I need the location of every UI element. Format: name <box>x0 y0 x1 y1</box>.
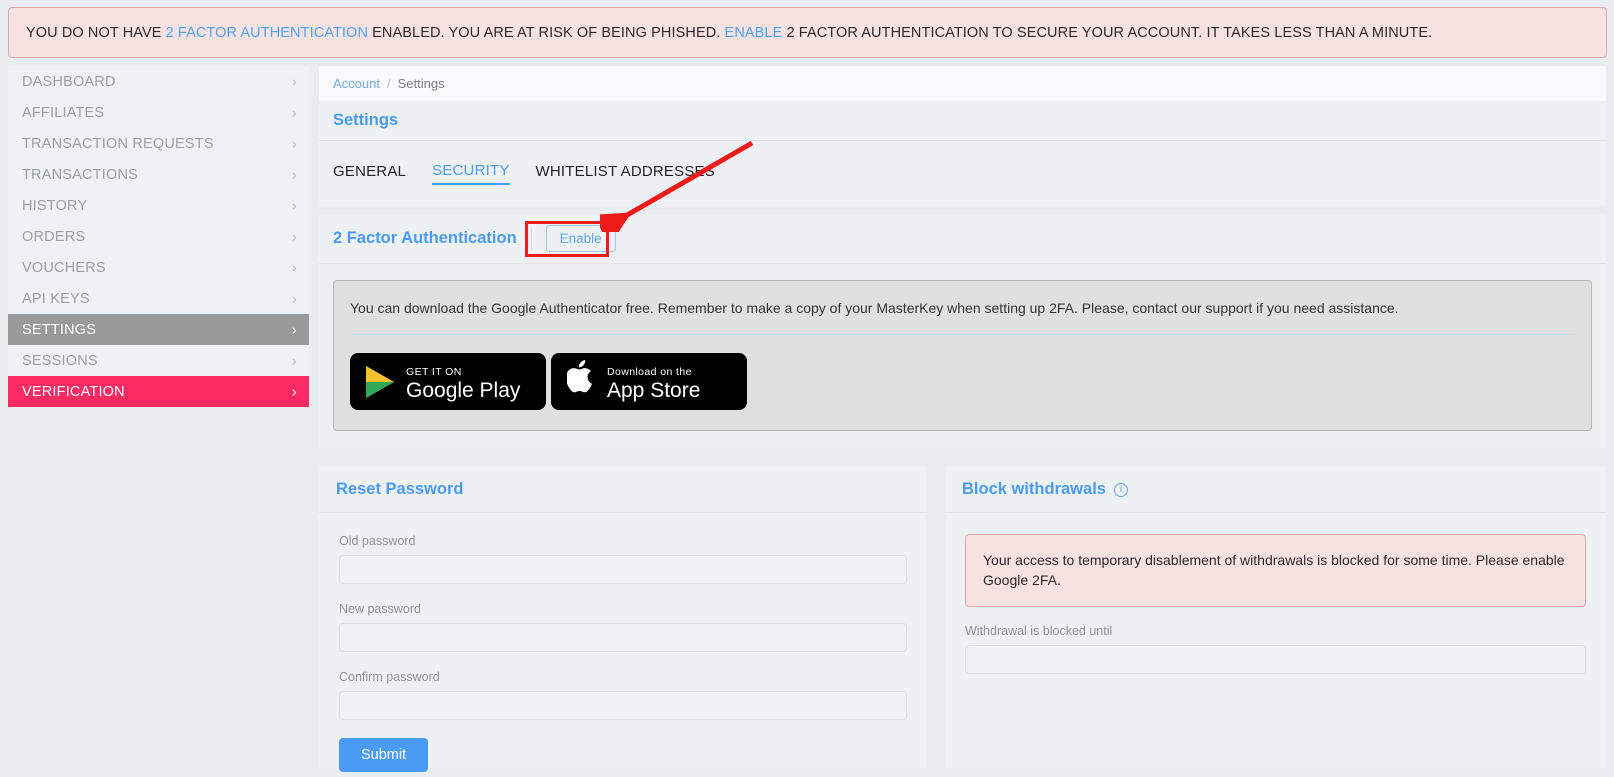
block-withdrawals-warning: Your access to temporary disablement of … <box>965 534 1586 607</box>
tab-general[interactable]: GENERAL <box>333 163 406 184</box>
main-content: Account / Settings Settings GENERAL SECU… <box>319 66 1606 773</box>
vertical-divider <box>530 227 532 250</box>
store-badges: GET IT ON Google Play Download on the Ap… <box>350 353 1575 411</box>
chevron-right-icon: › <box>291 352 297 369</box>
google-play-text: GET IT ON Google Play <box>406 362 520 402</box>
info-circle-icon[interactable]: i <box>1113 482 1128 497</box>
sidebar-item-sessions[interactable]: SESSIONS › <box>8 345 309 376</box>
breadcrumb-separator: / <box>386 76 391 91</box>
breadcrumb: Account / Settings <box>319 66 1606 101</box>
sidebar-item-history[interactable]: HISTORY › <box>8 190 309 221</box>
confirm-password-field[interactable] <box>339 691 907 721</box>
authenticator-info-text: You can download the Google Authenticato… <box>350 300 1399 316</box>
reset-password-body: Old password New password Confirm passwo… <box>319 513 927 773</box>
app-store-large-label: App Store <box>607 378 701 402</box>
sidebar-item-label: TRANSACTIONS <box>22 166 138 183</box>
block-withdrawals-body: Your access to temporary disablement of … <box>945 513 1606 692</box>
new-password-label: New password <box>339 602 421 617</box>
new-password-field[interactable] <box>339 623 907 653</box>
authenticator-info-box: You can download the Google Authenticato… <box>333 280 1592 432</box>
apple-logo-icon <box>566 359 596 400</box>
sidebar-item-label: DASHBOARD <box>22 73 116 90</box>
app-store-badge[interactable]: Download on the App Store <box>551 353 747 411</box>
confirm-password-label: Confirm password <box>339 670 440 685</box>
old-password-field[interactable] <box>339 555 907 585</box>
chevron-right-icon: › <box>291 383 297 400</box>
google-play-large-label: Google Play <box>406 378 521 402</box>
sidebar-item-dashboard[interactable]: DASHBOARD › <box>8 66 309 97</box>
withdrawal-blocked-until-field[interactable] <box>965 644 1586 674</box>
two-factor-warning-banner: YOU DO NOT HAVE 2 FACTOR AUTHENTICATION … <box>8 7 1607 58</box>
tab-bar: GENERAL SECURITY WHITELIST ADDRESSES <box>319 141 1606 206</box>
chevron-right-icon: › <box>291 197 297 214</box>
sidebar-item-label: AFFILIATES <box>22 104 105 121</box>
tab-whitelist-addresses[interactable]: WHITELIST ADDRESSES <box>536 163 715 184</box>
settings-columns: Reset Password Old password New password… <box>319 467 1606 773</box>
enable-2fa-button[interactable]: Enable <box>545 225 616 252</box>
page-title-bar: Settings <box>319 101 1606 141</box>
sidebar-item-label: SETTINGS <box>22 321 97 338</box>
breadcrumb-current: Settings <box>397 76 445 91</box>
sidebar-item-label: TRANSACTION REQUESTS <box>22 135 214 152</box>
banner-text: YOU DO NOT HAVE 2 FACTOR AUTHENTICATION … <box>9 25 1432 41</box>
sidebar-item-vouchers[interactable]: VOUCHERS › <box>8 252 309 283</box>
chevron-right-icon: › <box>291 259 297 276</box>
banner-text-part-3: 2 FACTOR AUTHENTICATION TO SECURE YOUR A… <box>782 24 1433 41</box>
chevron-right-icon: › <box>291 228 297 245</box>
sidebar-item-affiliates[interactable]: AFFILIATES › <box>8 97 309 128</box>
chevron-right-icon: › <box>291 290 297 307</box>
withdrawal-blocked-until-label: Withdrawal is blocked until <box>965 623 1113 638</box>
sidebar-item-api-keys[interactable]: API KEYS › <box>8 283 309 314</box>
reset-password-title: Reset Password <box>336 480 464 499</box>
sidebar-nav: DASHBOARD › AFFILIATES › TRANSACTION REQ… <box>8 66 309 407</box>
submit-button[interactable]: Submit <box>339 738 429 773</box>
tab-security[interactable]: SECURITY <box>432 162 510 185</box>
two-factor-authentication-panel: 2 Factor Authentication Enable You can d… <box>319 214 1606 449</box>
app-page: YOU DO NOT HAVE 2 FACTOR AUTHENTICATION … <box>0 0 1614 777</box>
chevron-right-icon: › <box>291 166 297 183</box>
sidebar-item-transaction-requests[interactable]: TRANSACTION REQUESTS › <box>8 128 309 159</box>
google-play-small-label: GET IT ON <box>406 365 462 378</box>
page-title: Settings <box>333 111 399 129</box>
block-withdrawals-header: Block withdrawals i <box>945 467 1606 514</box>
app-store-small-label: Download on the <box>607 365 692 378</box>
sidebar-item-label: VERIFICATION <box>22 383 125 400</box>
two-factor-panel-header: 2 Factor Authentication Enable <box>319 214 1606 264</box>
sidebar-item-label: ORDERS <box>22 228 86 245</box>
sidebar-item-label: VOUCHERS <box>22 259 106 276</box>
sidebar-item-orders[interactable]: ORDERS › <box>8 221 309 252</box>
google-play-badge[interactable]: GET IT ON Google Play <box>350 353 546 411</box>
reset-password-panel: Reset Password Old password New password… <box>319 467 927 773</box>
chevron-right-icon: › <box>291 321 297 338</box>
two-factor-title: 2 Factor Authentication <box>333 229 517 247</box>
sidebar-item-label: HISTORY <box>22 197 88 214</box>
google-play-icon <box>366 365 394 398</box>
banner-link-enable[interactable]: ENABLE <box>725 25 783 41</box>
chevron-right-icon: › <box>291 104 297 121</box>
sidebar-item-transactions[interactable]: TRANSACTIONS › <box>8 159 309 190</box>
sidebar-item-label: SESSIONS <box>22 352 98 369</box>
breadcrumb-link-account[interactable]: Account <box>333 76 380 91</box>
block-withdrawals-panel: Block withdrawals i Your access to tempo… <box>945 467 1606 769</box>
old-password-label: Old password <box>339 534 416 549</box>
sidebar-item-settings[interactable]: SETTINGS › <box>8 314 309 345</box>
divider <box>350 334 1575 336</box>
sidebar-item-verification[interactable]: VERIFICATION › <box>8 376 309 407</box>
block-withdrawals-title: Block withdrawals <box>962 480 1106 499</box>
app-store-text: Download on the App Store <box>607 362 700 402</box>
banner-link-2fa[interactable]: 2 FACTOR AUTHENTICATION <box>166 25 368 41</box>
banner-text-part-2: ENABLED. YOU ARE AT RISK OF BEING PHISHE… <box>368 24 725 41</box>
banner-text-part-1: YOU DO NOT HAVE <box>26 24 166 41</box>
reset-password-header: Reset Password <box>319 467 927 514</box>
sidebar-item-label: API KEYS <box>22 290 90 307</box>
chevron-right-icon: › <box>291 135 297 152</box>
chevron-right-icon: › <box>291 73 297 90</box>
